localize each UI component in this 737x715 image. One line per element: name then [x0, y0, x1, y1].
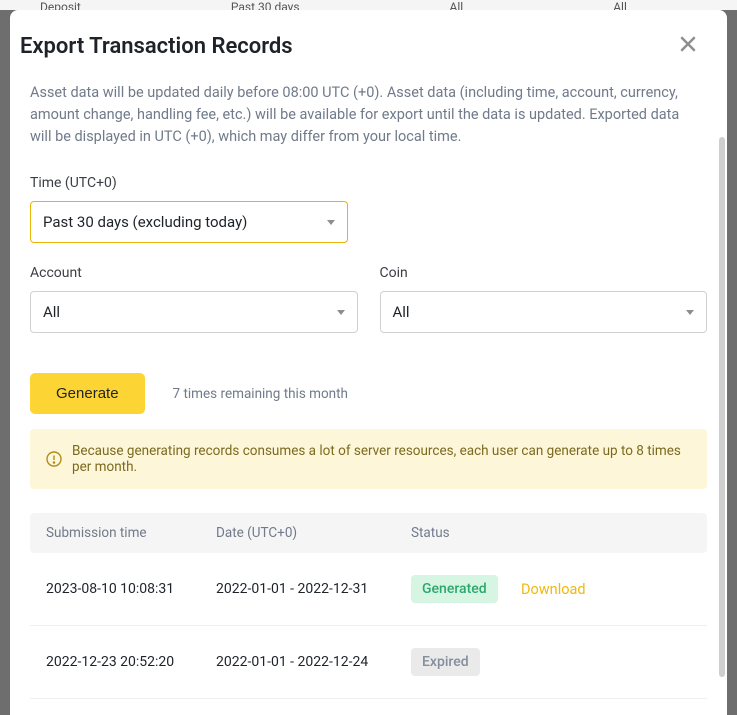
- time-field: Time (UTC+0) Past 30 days (excluding tod…: [30, 175, 707, 243]
- cell-status: Generated: [411, 575, 521, 603]
- warning-banner: Because generating records consumes a lo…: [30, 429, 707, 489]
- account-select[interactable]: All: [30, 291, 358, 333]
- cell-date: 2022-01-01 - 2022-12-31: [216, 581, 411, 597]
- chevron-down-icon: [337, 310, 345, 315]
- bg-filter: All: [450, 0, 464, 10]
- cell-submission: 2022-12-23 20:52:20: [46, 654, 216, 670]
- modal-body: Asset data will be updated daily before …: [10, 82, 727, 715]
- scrollbar[interactable]: [719, 137, 725, 677]
- coin-field: Coin All: [380, 265, 708, 333]
- background-filter-bar: Deposit Past 30 days All All: [0, 0, 737, 10]
- header-date: Date (UTC+0): [216, 525, 411, 541]
- bg-filter: Deposit: [40, 0, 81, 10]
- time-label: Time (UTC+0): [30, 175, 707, 191]
- header-status: Status: [411, 525, 521, 541]
- time-select-value: Past 30 days (excluding today): [43, 213, 247, 231]
- cell-status: Expired: [411, 648, 521, 676]
- cell-action: Download: [521, 581, 691, 598]
- export-modal: Export Transaction Records Asset data wi…: [10, 10, 727, 715]
- account-label: Account: [30, 265, 358, 281]
- close-icon: [678, 34, 698, 54]
- records-table: Submission time Date (UTC+0) Status 2023…: [30, 513, 707, 715]
- remaining-text: 7 times remaining this month: [173, 386, 348, 402]
- coin-select-value: All: [393, 303, 410, 321]
- description-text: Asset data will be updated daily before …: [30, 82, 707, 147]
- status-badge: Expired: [411, 648, 480, 676]
- header-submission: Submission time: [46, 525, 216, 541]
- modal-title: Export Transaction Records: [20, 34, 293, 59]
- status-badge: Generated: [411, 575, 498, 603]
- chevron-down-icon: [327, 220, 335, 225]
- close-button[interactable]: [674, 30, 702, 62]
- table-row: 2022-12-23 20:52:202022-01-01 - 2022-12-…: [30, 626, 707, 699]
- header-action: [521, 525, 691, 541]
- account-select-value: All: [43, 303, 60, 321]
- coin-select[interactable]: All: [380, 291, 708, 333]
- bg-filter: All: [613, 0, 627, 10]
- table-row: 2022-01-01 14:36:072021-09-30 - 2022-01-…: [30, 699, 707, 715]
- generate-button[interactable]: Generate: [30, 373, 145, 414]
- chevron-down-icon: [686, 310, 694, 315]
- account-field: Account All: [30, 265, 358, 333]
- warning-text: Because generating records consumes a lo…: [72, 443, 691, 475]
- modal-header: Export Transaction Records: [10, 30, 727, 82]
- cell-date: 2022-01-01 - 2022-12-24: [216, 654, 411, 670]
- bg-filter: Past 30 days: [231, 0, 300, 10]
- table-header: Submission time Date (UTC+0) Status: [30, 513, 707, 553]
- table-row: 2023-08-10 10:08:312022-01-01 - 2022-12-…: [30, 553, 707, 626]
- time-select[interactable]: Past 30 days (excluding today): [30, 201, 348, 243]
- download-link[interactable]: Download: [521, 581, 586, 598]
- coin-label: Coin: [380, 265, 708, 281]
- info-icon: [46, 451, 62, 467]
- action-row: Generate 7 times remaining this month: [30, 373, 707, 414]
- cell-submission: 2023-08-10 10:08:31: [46, 581, 216, 597]
